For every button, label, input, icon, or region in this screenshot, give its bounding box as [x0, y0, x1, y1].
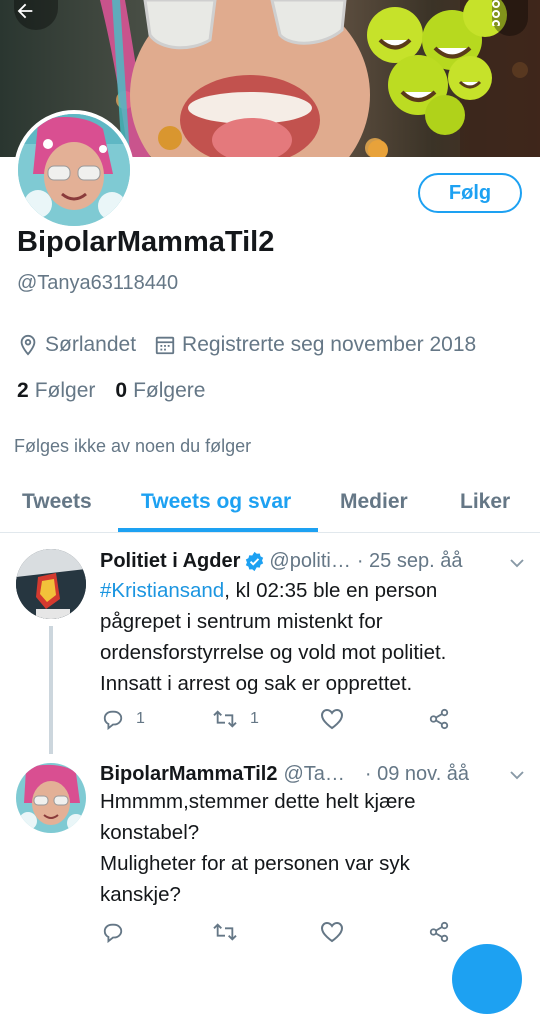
profile-meta: Sørlandet Registrerte seg november 2018 [17, 333, 476, 357]
heart-icon [320, 708, 344, 730]
profile-avatar-image [18, 114, 130, 226]
tweet-date: · 09 nov. åå [364, 763, 470, 785]
follow-button[interactable]: Følg [418, 173, 522, 213]
tweet-header: BipolarMammaTil2 @Ta… · 09 nov. åå [100, 763, 469, 786]
profile-joined-date: Registrerte seg november 2018 [182, 333, 477, 356]
tweet-author-name[interactable]: Politiet i Agder [100, 550, 240, 573]
more-options-button[interactable] [492, 0, 528, 36]
location-pin-icon [17, 334, 39, 356]
profile-display-name: BipolarMammaTil2 [17, 226, 275, 258]
following-label: Følger [34, 379, 96, 402]
like-button[interactable] [320, 706, 356, 732]
police-avatar-image [16, 549, 86, 619]
more-vertical-icon [492, 0, 500, 26]
retweet-icon [213, 923, 237, 941]
chevron-down-icon[interactable] [508, 554, 526, 572]
retweet-button[interactable] [212, 919, 250, 945]
tweet-date: · 25 sep. åå [356, 550, 463, 572]
tweet-actions: 1 1 [100, 706, 520, 736]
tweet-text-line: kanskje? [100, 883, 181, 906]
tweet-author-avatar[interactable] [16, 549, 86, 619]
follow-counts: 2 Følger 0 Følgere [17, 379, 205, 403]
tweet-author-avatar[interactable] [16, 763, 86, 833]
thread-connector-line [49, 626, 53, 754]
following-link[interactable]: 2 Følger [17, 379, 95, 403]
tweet-text-line: Muligheter for at personen var syk [100, 852, 410, 875]
share-icon [429, 708, 449, 730]
tab-tweets[interactable]: Tweets [22, 490, 92, 514]
tweet-text-line: konstabel? [100, 821, 200, 844]
tweet-text: Hmmmm,stemmer dette helt kjære konstabel… [100, 786, 500, 910]
retweet-icon [213, 710, 237, 728]
reply-count: 1 [136, 710, 145, 727]
reply-icon [103, 710, 123, 730]
compose-tweet-button[interactable] [452, 944, 522, 1014]
tweet-text-line: ordensforstyrrelse og vold mot politiet. [100, 641, 447, 664]
chevron-down-icon[interactable] [508, 766, 526, 784]
like-button[interactable] [320, 919, 356, 945]
reply-button[interactable]: 1 [102, 706, 145, 732]
tweet-text-line: pågrepet i sentrum mistenkt for [100, 610, 383, 633]
arrow-left-icon [17, 3, 33, 19]
profile-location: Sørlandet [45, 333, 137, 356]
tweet-text-line: Innsatt i arrest og sak er opprettet. [100, 672, 413, 695]
verified-badge-icon [244, 551, 265, 572]
tweet-text-line: , kl 02:35 ble en person [224, 579, 438, 602]
tweet-author-name[interactable]: BipolarMammaTil2 [100, 763, 277, 786]
tab-tweets-and-replies[interactable]: Tweets og svar [141, 490, 291, 514]
share-button[interactable] [428, 706, 462, 732]
tweet-author-handle: @politi… [269, 550, 351, 572]
user-avatar-image [16, 763, 86, 833]
tweet-text-line: Hmmmm,stemmer dette helt kjære [100, 790, 416, 813]
tab-likes[interactable]: Liker [460, 490, 510, 514]
share-button[interactable] [428, 919, 462, 945]
retweet-count: 1 [250, 710, 259, 727]
tweet-author-handle: @Ta… [283, 763, 345, 785]
share-icon [429, 921, 449, 943]
profile-avatar[interactable] [14, 110, 134, 230]
calendar-icon [154, 334, 176, 356]
reply-icon [103, 923, 123, 943]
tab-media[interactable]: Medier [340, 490, 408, 514]
active-tab-indicator [118, 528, 318, 532]
hashtag-link[interactable]: #Kristiansand [100, 579, 224, 602]
profile-handle: @Tanya63118440 [17, 272, 179, 294]
tweet-actions [100, 919, 520, 949]
followers-count: 0 [115, 379, 128, 402]
followed-by-text: Følges ikke av noen du følger [14, 436, 252, 456]
followers-link[interactable]: 0 Følgere [115, 379, 205, 403]
tweet-text: #Kristiansand, kl 02:35 ble en person på… [100, 575, 500, 699]
heart-icon [320, 921, 344, 943]
profile-tabs: Tweets Tweets og svar Medier Liker [0, 476, 540, 533]
tweet-header: Politiet i Agder @politi… · 25 sep. åå [100, 550, 462, 573]
following-count: 2 [17, 379, 29, 402]
reply-button[interactable] [102, 919, 136, 945]
followers-label: Følgere [133, 379, 206, 402]
retweet-button[interactable]: 1 [212, 706, 259, 732]
